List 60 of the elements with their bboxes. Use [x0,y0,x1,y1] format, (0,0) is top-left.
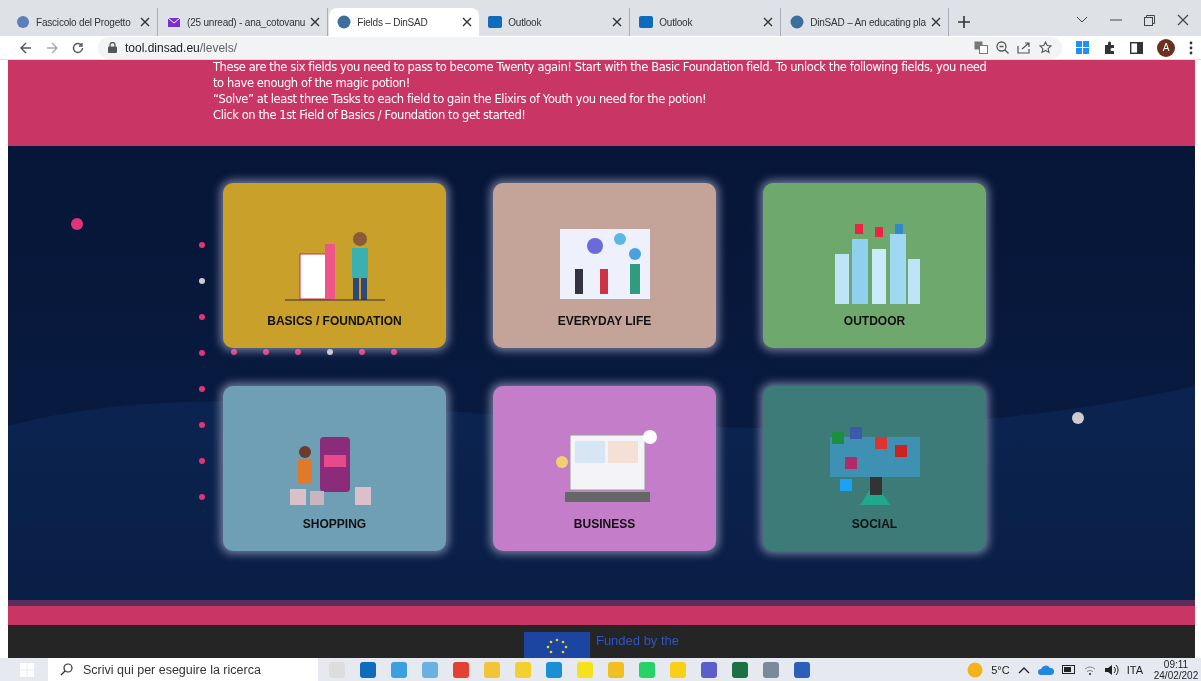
close-icon[interactable] [462,17,473,27]
tab-title: DinSAD – An educating pla [810,16,926,28]
star-icon[interactable] [1039,41,1052,54]
field-label: BASICS / FOUNDATION [267,314,402,328]
field-card[interactable]: EVERYDAY LIFE [493,183,716,348]
lock-icon [108,42,117,53]
reload-icon[interactable] [72,41,84,54]
close-icon[interactable] [930,17,941,27]
field-card[interactable]: OUTDOOR [763,183,986,348]
battery-icon[interactable] [1061,665,1076,674]
field-label: SOCIAL [851,517,898,531]
cloud-icon[interactable] [1037,664,1054,675]
chevron-icon[interactable] [1076,16,1088,24]
tab-title: Fascicolo del Progetto [36,16,132,28]
field-card[interactable]: SOCIAL [763,386,986,551]
windows-icon[interactable] [1076,41,1089,54]
share-icon[interactable] [1017,41,1031,54]
back-icon[interactable] [20,41,32,54]
intro-text: Click on the 1st Field of Basics / Foundation to get started! [213,107,527,123]
restore-icon[interactable] [1144,14,1155,26]
zoom-out-icon[interactable] [996,41,1009,54]
windows-start-icon[interactable] [20,662,34,677]
tab-title: Fields – DinSAD [357,16,429,28]
url-text: tool.dinsad.eu/levels/ [125,40,238,55]
intro-text: “Solve” at least three Tasks to each field to gain the Elixirs of Youth you need for the potion! [213,91,708,107]
temperature-text: 5°C [991,663,1010,676]
side-panel-icon[interactable] [1130,41,1143,54]
close-icon[interactable] [763,17,774,27]
browser-tab[interactable]: Fields – DinSAD [329,8,480,36]
tab-title: Outlook [659,16,694,28]
field-card[interactable]: SHOPPING [223,386,446,551]
wifi-icon[interactable] [1083,664,1096,675]
chevron-up-icon[interactable] [1017,665,1030,674]
clock-time[interactable]: 09:11 [1163,658,1189,670]
search-field[interactable]: Scrivi qui per eseguire la ricerca [48,658,318,681]
field-label: EVERYDAY LIFE [557,314,652,328]
language-indicator[interactable]: ITA [1126,663,1143,676]
new-tab-icon[interactable] [957,16,970,28]
clock-date[interactable]: 24/02/202 [1153,669,1199,681]
profile-avatar[interactable]: A [1157,38,1175,57]
more-icon[interactable] [1189,40,1193,55]
field-label: BUSINESS [573,517,636,531]
intro-text: These are the six fields you need to pass to become Twenty again! Start with the Basic Foundation field. To unlock the following fields, you need to have enough of the magic potion! [213,60,988,91]
puzzle-icon[interactable] [1103,41,1116,54]
field-card[interactable]: BUSINESS [493,386,716,551]
tab-title: Outlook [508,16,543,28]
translate-icon[interactable] [974,41,988,54]
tab-title: (25 unread) - ana_cotovanu [187,16,306,28]
address-bar[interactable]: tool.dinsad.eu/levels/ [98,36,1062,59]
close-icon[interactable] [310,17,321,27]
eu-flag-icon [523,632,590,658]
search-icon [60,663,73,676]
field-label: OUTDOOR [843,314,906,328]
close-icon[interactable] [140,17,150,27]
close-icon[interactable] [1177,14,1189,26]
field-label: SHOPPING [302,517,367,531]
speaker-icon[interactable] [1103,663,1119,676]
funding-text: Funded by the [595,633,680,648]
close-icon[interactable] [612,17,623,27]
field-card[interactable]: BASICS / FOUNDATION [223,183,446,348]
